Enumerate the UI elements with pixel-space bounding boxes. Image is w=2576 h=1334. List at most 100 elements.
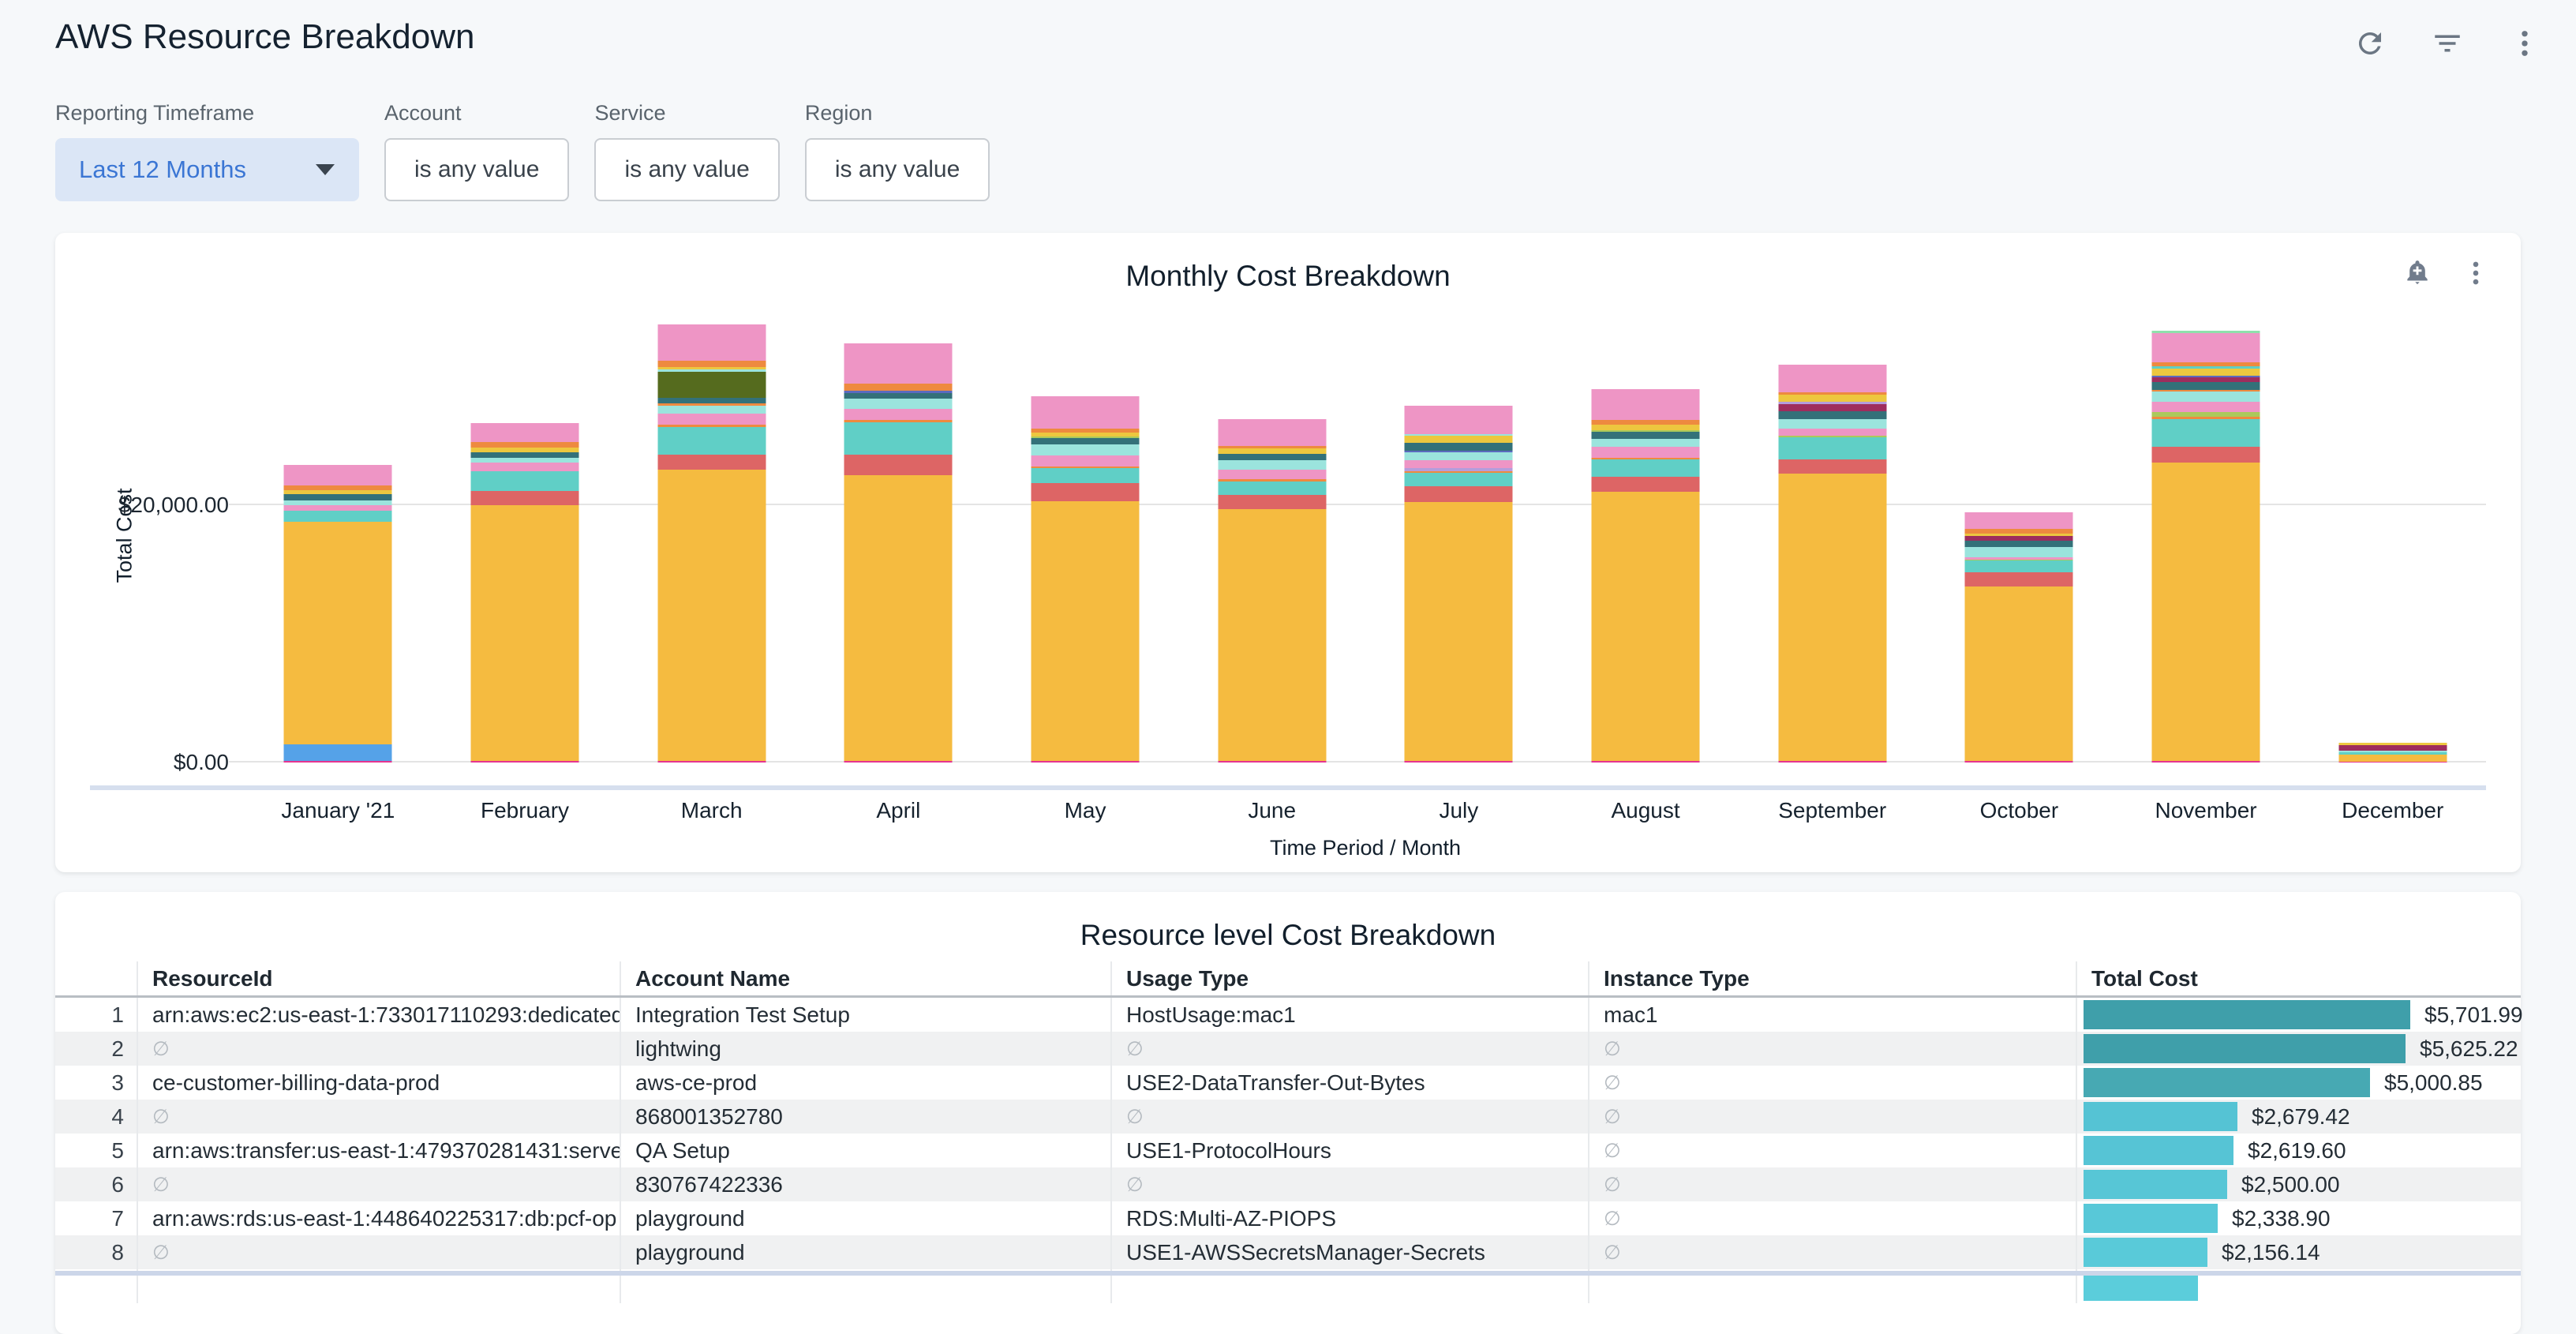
row-number[interactable]: 4 [55, 1100, 137, 1134]
bar-segment-red[interactable] [844, 455, 953, 475]
cell-account-name[interactable]: 868001352780 [620, 1100, 1110, 1134]
cell-account-name[interactable]: Integration Test Setup [620, 998, 1110, 1032]
table-row[interactable]: 6∅830767422336∅∅$2,500.00 [55, 1167, 2521, 1201]
bar-segment-red[interactable] [1032, 483, 1140, 501]
bar-segment-pink[interactable] [657, 324, 766, 361]
bar-segment-paleteal[interactable] [1778, 419, 1886, 429]
bar-segment-teal[interactable] [1218, 482, 1326, 495]
cell-instance-type[interactable]: ∅ [1588, 1134, 2076, 1167]
stacked-bar-April[interactable] [844, 343, 953, 763]
table-row[interactable]: 4∅868001352780∅∅$2,679.42 [55, 1100, 2521, 1134]
cell-resource-id[interactable]: ∅ [137, 1167, 620, 1201]
bar-segment-paleteal[interactable] [1405, 452, 1513, 459]
bar-segment-amber[interactable] [2338, 755, 2447, 762]
bar-segment-pink[interactable] [1592, 447, 1700, 457]
bar-segment-darkteal[interactable] [844, 393, 953, 399]
col-header-instance-type[interactable]: Instance Type [1588, 961, 2076, 995]
bar-segment-red[interactable] [1218, 495, 1326, 509]
bar-segment-magenta[interactable] [1032, 761, 1140, 763]
bar-segment-amber[interactable] [1965, 586, 2073, 761]
bar-segment-teal[interactable] [471, 471, 579, 490]
horizontal-scrollbar-track[interactable] [55, 1271, 2521, 1276]
cell-total-cost[interactable]: $2,156.14 [2076, 1235, 2521, 1269]
bar-segment-amber[interactable] [2152, 463, 2260, 761]
cell-resource-id[interactable]: arn:aws:ec2:us-east-1:733017110293:dedic… [137, 998, 620, 1032]
cell-account-name[interactable]: aws-ce-prod [620, 1066, 1110, 1100]
bar-segment-magenta[interactable] [1218, 761, 1326, 763]
bar-segment-pink[interactable] [1965, 512, 2073, 529]
bar-segment-magenta[interactable] [2338, 762, 2447, 763]
account-filter-button[interactable]: is any value [384, 138, 569, 201]
bar-segment-pink[interactable] [2152, 402, 2260, 412]
bar-segment-amber[interactable] [657, 470, 766, 760]
bar-segment-maroon[interactable] [2338, 745, 2447, 751]
cell-usage-type[interactable]: HostUsage:mac1 [1110, 998, 1588, 1032]
bar-segment-darkteal[interactable] [284, 494, 392, 500]
bar-segment-paleteal[interactable] [844, 399, 953, 408]
cell-resource-id[interactable]: ∅ [137, 1235, 620, 1269]
cell-resource-id[interactable]: arn:aws:transfer:us-east-1:479370281431:… [137, 1134, 620, 1167]
cell-instance-type[interactable]: ∅ [1588, 1167, 2076, 1201]
col-header-account-name[interactable]: Account Name [620, 961, 1110, 995]
bar-segment-gold[interactable] [1778, 395, 1886, 402]
cell-instance-type[interactable]: ∅ [1588, 1032, 2076, 1066]
bar-segment-pink[interactable] [1405, 460, 1513, 468]
table-row[interactable]: 8∅playgroundUSE1-AWSSecretsManager-Secre… [55, 1235, 2521, 1269]
bar-segment-pink[interactable] [2152, 333, 2260, 362]
stacked-bar-August[interactable] [1592, 389, 1700, 763]
bar-segment-teal[interactable] [844, 422, 953, 455]
bar-segment-teal[interactable] [1032, 468, 1140, 484]
bar-segment-paleteal[interactable] [1218, 460, 1326, 470]
kebab-menu-icon[interactable] [2461, 258, 2491, 288]
row-number[interactable]: 3 [55, 1066, 137, 1100]
row-number[interactable]: 2 [55, 1032, 137, 1066]
table-row[interactable]: 1arn:aws:ec2:us-east-1:733017110293:dedi… [55, 998, 2521, 1032]
bar-segment-paleteal[interactable] [1965, 547, 2073, 557]
bar-segment-darkteal[interactable] [2152, 382, 2260, 390]
stacked-bar-October[interactable] [1965, 512, 2073, 763]
stacked-bar-June[interactable] [1218, 419, 1326, 763]
bar-segment-red[interactable] [2152, 447, 2260, 463]
bar-segment-darkteal[interactable] [1778, 411, 1886, 419]
bar-segment-pink[interactable] [1778, 365, 1886, 393]
service-filter-button[interactable]: is any value [594, 138, 779, 201]
bar-segment-amber[interactable] [844, 475, 953, 761]
bar-segment-gold[interactable] [2152, 369, 2260, 375]
table-row[interactable]: 7arn:aws:rds:us-east-1:448640225317:db:p… [55, 1201, 2521, 1235]
cell-total-cost[interactable]: $5,701.99 [2076, 998, 2521, 1032]
bar-segment-amber[interactable] [1032, 501, 1140, 761]
cell-usage-type[interactable]: USE1-ProtocolHours [1110, 1134, 1588, 1167]
bar-segment-amber[interactable] [471, 505, 579, 761]
row-number[interactable]: 7 [55, 1201, 137, 1235]
timeframe-dropdown[interactable]: Last 12 Months [55, 138, 359, 201]
bar-segment-pink[interactable] [284, 465, 392, 485]
cell-instance-type[interactable]: ∅ [1588, 1201, 2076, 1235]
cell-usage-type[interactable]: USE2-DataTransfer-Out-Bytes [1110, 1066, 1588, 1100]
row-number[interactable]: 8 [55, 1235, 137, 1269]
bar-segment-red[interactable] [1592, 477, 1700, 492]
bar-segment-magenta[interactable] [1592, 761, 1700, 763]
bar-segment-magenta[interactable] [1965, 761, 2073, 763]
stacked-bar-November[interactable] [2152, 331, 2260, 763]
bar-segment-pink[interactable] [1218, 470, 1326, 479]
bar-segment-darkteal[interactable] [1218, 454, 1326, 460]
bar-segment-magenta[interactable] [2152, 761, 2260, 763]
bar-segment-amber[interactable] [284, 522, 392, 744]
stacked-bar-July[interactable] [1405, 406, 1513, 763]
bar-segment-red[interactable] [1965, 572, 2073, 586]
row-number[interactable]: 1 [55, 998, 137, 1032]
bar-segment-red[interactable] [657, 455, 766, 470]
bar-segment-darkteal[interactable] [1965, 541, 2073, 547]
cell-total-cost[interactable]: $2,500.00 [2076, 1167, 2521, 1201]
bar-segment-teal[interactable] [1592, 459, 1700, 477]
bar-segment-pink[interactable] [471, 423, 579, 441]
bar-segment-gold[interactable] [1405, 436, 1513, 443]
bar-segment-teal[interactable] [1405, 473, 1513, 486]
cell-usage-type[interactable]: USE1-AWSSecretsManager-Secrets [1110, 1235, 1588, 1269]
cell-resource-id[interactable]: ce-customer-billing-data-prod [137, 1066, 620, 1100]
bar-segment-orange[interactable] [471, 442, 579, 448]
bar-segment-teal[interactable] [1965, 560, 2073, 571]
bar-segment-darkteal[interactable] [1405, 443, 1513, 451]
cell-instance-type[interactable]: ∅ [1588, 1100, 2076, 1134]
bar-segment-pink[interactable] [1032, 396, 1140, 429]
